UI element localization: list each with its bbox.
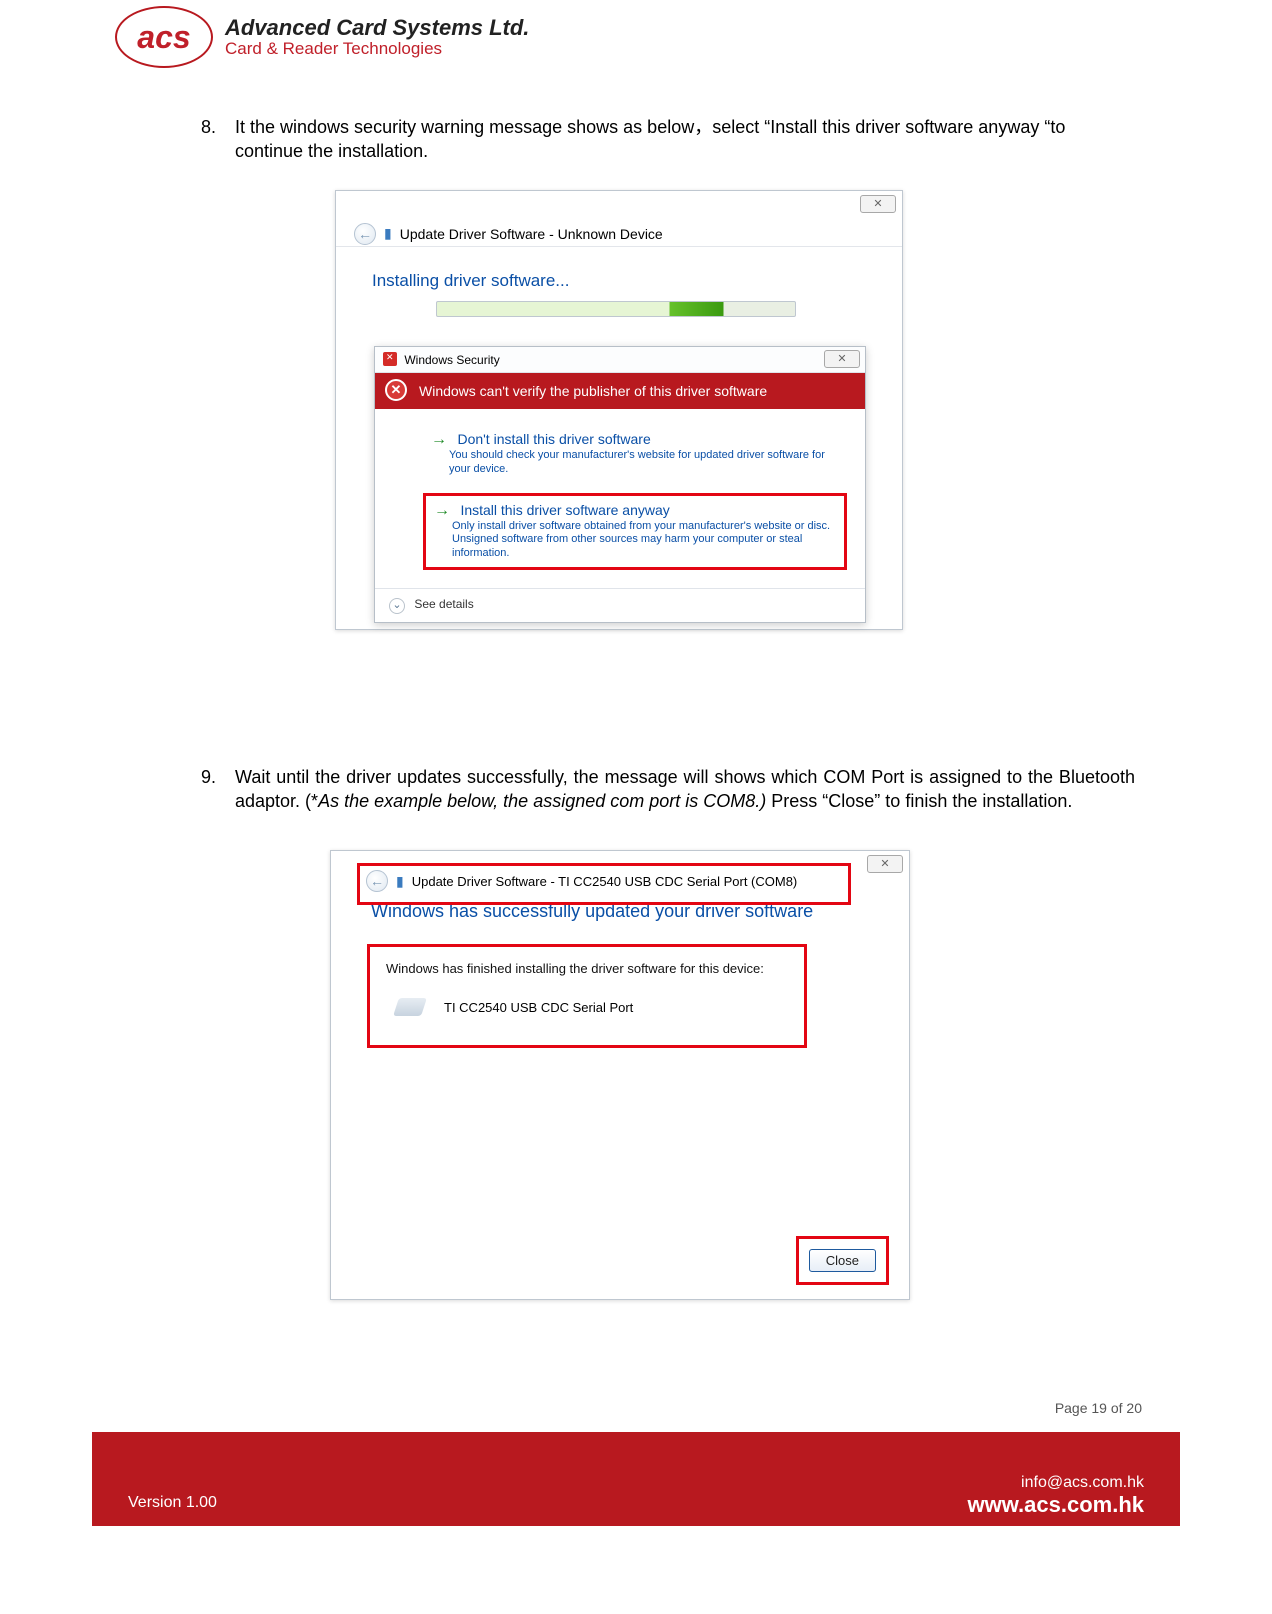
back-icon[interactable]: ← [366,870,388,892]
close-icon[interactable]: ✕ [860,195,896,213]
option-dont-install-title: Don't install this driver software [457,431,650,447]
highlighted-title-box: ← ▮ Update Driver Software - TI CC2540 U… [357,863,851,905]
option-install-anyway-desc: Only install driver software obtained fr… [452,520,836,561]
company-name: Advanced Card Systems Ltd. [225,15,529,41]
page-number: Page 19 of 20 [1055,1400,1142,1416]
company-logo: acs [115,6,213,68]
finished-message: Windows has finished installing the driv… [386,961,788,976]
option-dont-install[interactable]: → Don't install this driver software You… [423,425,847,483]
device-icon [393,998,427,1016]
shield-icon [383,352,397,366]
security-dialog-title: Windows Security [404,353,499,367]
update-driver-title: Update Driver Software - Unknown Device [400,226,663,242]
installed-device-name: TI CC2540 USB CDC Serial Port [444,1000,633,1015]
screenshot-2-window: ✕ ← ▮ Update Driver Software - TI CC2540… [330,850,910,1300]
back-icon[interactable]: ← [354,223,376,245]
arrow-icon: → [434,502,450,519]
device-icon: ▮ [396,873,404,890]
step-9-number: 9. [201,765,216,789]
device-icon: ▮ [384,225,392,242]
close-icon[interactable]: ✕ [824,350,860,368]
footer-email: info@acs.com.hk [968,1474,1144,1492]
shield-x-icon: ✕ [385,379,407,401]
see-details-toggle[interactable]: ⌄ See details [375,588,865,622]
option-install-anyway-title: Install this driver software anyway [460,502,669,518]
close-icon[interactable]: ✕ [867,855,903,873]
security-banner-text: Windows can't verify the publisher of th… [419,383,767,399]
document-header: acs Advanced Card Systems Ltd. Card & Re… [115,6,529,68]
step-9: 9. Wait until the driver updates success… [235,765,1135,814]
step-9-text-b: Press “Close” to finish the installation… [766,791,1072,811]
step-8-number: 8. [201,115,216,139]
chevron-down-icon: ⌄ [389,598,405,614]
step-8-text: It the windows security warning message … [235,117,1065,161]
arrow-icon: → [431,431,447,448]
windows-security-dialog: Windows Security ✕ ✕ Windows can't verif… [374,346,866,623]
update-driver-title-2: Update Driver Software - TI CC2540 USB C… [412,874,798,889]
option-install-anyway[interactable]: → Install this driver software anyway On… [423,493,847,570]
footer-website: www.acs.com.hk [968,1492,1144,1518]
step-8: 8. It the windows security warning messa… [235,115,1135,164]
close-button[interactable]: Close [809,1249,876,1272]
logo-text: acs [137,19,190,56]
option-dont-install-desc: You should check your manufacturer's web… [449,449,839,477]
screenshot-1-window: ✕ ← ▮ Update Driver Software - Unknown D… [335,190,903,630]
installing-title: Installing driver software... [372,271,902,291]
highlighted-close-area: Close [796,1236,889,1285]
company-tagline: Card & Reader Technologies [225,39,529,59]
progress-bar [436,301,796,317]
document-footer: Version 1.00 info@acs.com.hk www.acs.com… [92,1438,1180,1526]
step-9-text-italic: As the example below, the assigned com p… [318,791,766,811]
see-details-label: See details [414,597,473,611]
version-label: Version 1.00 [128,1494,217,1526]
highlighted-result-box: Windows has finished installing the driv… [367,944,807,1048]
